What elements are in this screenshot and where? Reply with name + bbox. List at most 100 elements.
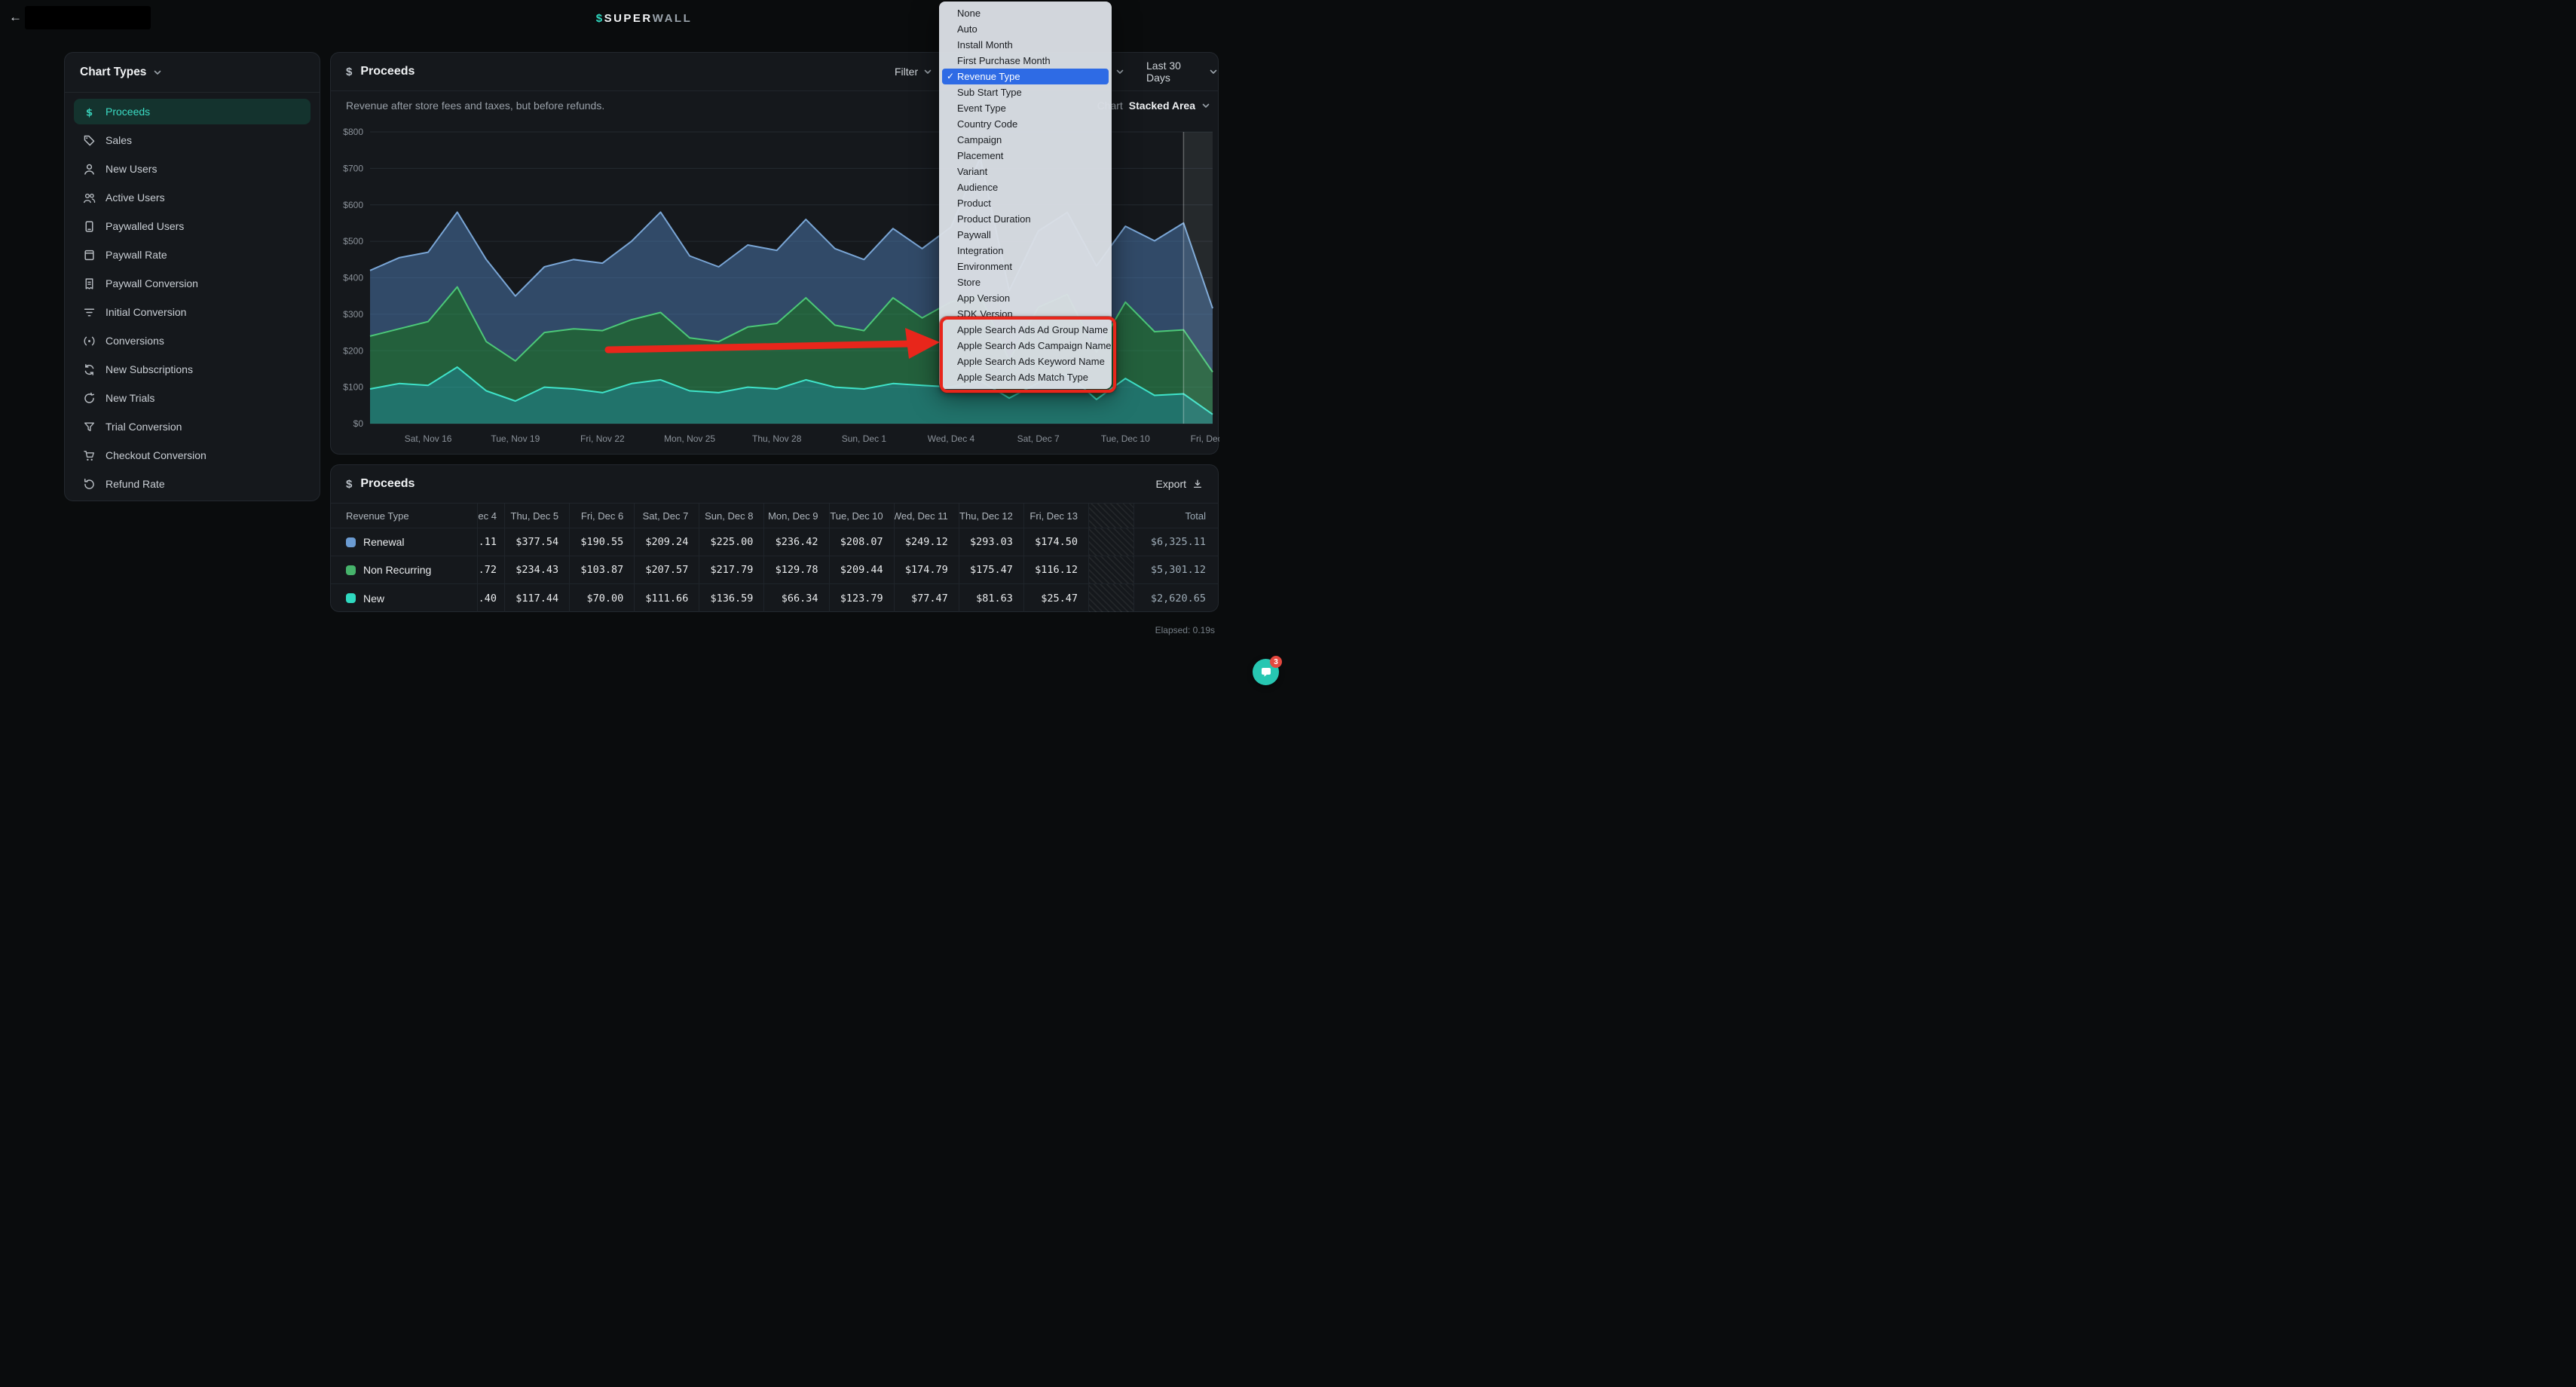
elapsed-time: Elapsed: 0.19s <box>1155 625 1215 635</box>
column-header-clipped: Dec 4 <box>477 504 504 528</box>
filter-button[interactable]: Filter <box>895 53 932 90</box>
dropdown-item-integration[interactable]: Integration <box>939 243 1112 259</box>
sidebar-item-label: Checkout Conversion <box>106 449 207 461</box>
filter-icon <box>83 306 96 319</box>
series-row-label: Non Recurring <box>331 556 477 584</box>
sidebar-item-sales[interactable]: Sales <box>74 127 311 153</box>
table-cell: $116.12 <box>1023 556 1088 584</box>
table-cell: $190.55 <box>569 528 634 556</box>
series-row-label: Renewal <box>331 528 477 556</box>
chart-types-list: $Proceeds Sales New Users Active Users Paywa… <box>65 93 320 506</box>
dropdown-item-product[interactable]: Product <box>939 195 1112 211</box>
sidebar-item-active-users[interactable]: Active Users <box>74 185 311 210</box>
svg-text:Mon, Nov 25: Mon, Nov 25 <box>664 433 715 444</box>
chart-panel-title: Proceeds <box>360 65 415 78</box>
chevron-down-icon <box>1115 67 1124 76</box>
dropdown-item-country-code[interactable]: Country Code <box>939 116 1112 132</box>
hatch-divider <box>1088 584 1134 612</box>
sidebar-item-paywalled-users[interactable]: Paywalled Users <box>74 213 311 239</box>
dropdown-item-apple-search-ads-match-type[interactable]: Apple Search Ads Match Type <box>939 369 1112 385</box>
dropdown-item-event-type[interactable]: Event Type <box>939 100 1112 116</box>
sidebar-item-paywall-rate[interactable]: Paywall Rate <box>74 242 311 268</box>
table-cell: $217.79 <box>699 556 763 584</box>
refresh-icon <box>83 363 96 376</box>
column-header: Sun, Dec 8 <box>699 504 763 528</box>
dropdown-item-audience[interactable]: Audience <box>939 179 1112 195</box>
sidebar-item-checkout-conversion[interactable]: Checkout Conversion <box>74 442 311 468</box>
dropdown-item-app-version[interactable]: App Version <box>939 290 1112 306</box>
dropdown-item-install-month[interactable]: Install Month <box>939 37 1112 53</box>
sidebar-item-new-subscriptions[interactable]: New Subscriptions <box>74 357 311 382</box>
dropdown-item-auto[interactable]: Auto <box>939 21 1112 37</box>
sidebar-item-trial-conversion[interactable]: Trial Conversion <box>74 414 311 439</box>
dropdown-item-apple-search-ads-ad-group-name[interactable]: Apple Search Ads Ad Group Name <box>939 322 1112 338</box>
chart-types-header[interactable]: Chart Types <box>65 53 320 93</box>
column-header: Thu, Dec 12 <box>959 504 1023 528</box>
dropdown-item-apple-search-ads-campaign-name[interactable]: Apple Search Ads Campaign Name <box>939 338 1112 354</box>
chart-types-sidebar: Chart Types $Proceeds Sales New Users Activ… <box>64 52 320 501</box>
series-swatch <box>346 565 356 575</box>
dropdown-item-campaign[interactable]: Campaign <box>939 132 1112 148</box>
dropdown-item-none[interactable]: None <box>939 5 1112 21</box>
dropdown-item-sub-start-type[interactable]: Sub Start Type <box>939 84 1112 100</box>
table-cell: $70.00 <box>569 584 634 612</box>
sidebar-item-conversions[interactable]: Conversions <box>74 328 311 354</box>
dropdown-item-first-purchase-month[interactable]: First Purchase Month <box>939 53 1112 69</box>
dropdown-item-product-duration[interactable]: Product Duration <box>939 211 1112 227</box>
sidebar-item-label: Sales <box>106 134 132 146</box>
user-icon <box>83 163 96 176</box>
sidebar-item-new-users[interactable]: New Users <box>74 156 311 182</box>
check-icon: ✓ <box>947 69 954 84</box>
proceeds-table: Revenue TypeDec 4Thu, Dec 5Fri, Dec 6Sat… <box>331 504 1218 612</box>
dropdown-item-revenue-type[interactable]: ✓Revenue Type <box>942 69 1109 84</box>
table-cell: $377.54 <box>504 528 569 556</box>
panel-icon <box>83 249 96 262</box>
sidebar-item-label: Paywall Conversion <box>106 277 198 289</box>
sidebar-item-refund-rate[interactable]: Refund Rate <box>74 471 311 497</box>
chart-type-value: Stacked Area <box>1129 100 1195 112</box>
svg-text:$300: $300 <box>343 309 363 320</box>
svg-text:$: $ <box>86 107 93 118</box>
svg-text:Wed, Dec 4: Wed, Dec 4 <box>928 433 975 444</box>
sidebar-item-label: New Subscriptions <box>106 363 193 375</box>
chat-launcher-button[interactable]: 3 <box>1253 659 1279 685</box>
table-cell: $209.44 <box>829 556 894 584</box>
chart-type-dropdown[interactable]: Chart Stacked Area <box>1097 91 1210 120</box>
table-cell-clipped: 0.40 <box>477 584 504 612</box>
dropdown-item-placement[interactable]: Placement <box>939 148 1112 164</box>
column-header: Thu, Dec 5 <box>504 504 569 528</box>
export-button[interactable]: Export <box>1156 465 1203 503</box>
dropdown-item-paywall[interactable]: Paywall <box>939 227 1112 243</box>
app: ← $SUPERWALL Chart Types $ProceedsSalesN… <box>0 0 1288 694</box>
dropdown-item-store[interactable]: Store <box>939 274 1112 290</box>
chat-icon <box>1259 666 1273 679</box>
table-cell: $209.24 <box>634 528 699 556</box>
dropdown-item-variant[interactable]: Variant <box>939 164 1112 179</box>
dropdown-item-apple-search-ads-keyword-name[interactable]: Apple Search Ads Keyword Name <box>939 354 1112 369</box>
date-range-dropdown[interactable]: Last 30 Days <box>1146 53 1218 90</box>
table-cell: $66.34 <box>763 584 828 612</box>
sidebar-item-label: Trial Conversion <box>106 421 182 433</box>
dollar-icon: $ <box>83 106 96 118</box>
series-swatch <box>346 593 356 603</box>
group-by-menu: NoneAutoInstall MonthFirst Purchase Mont… <box>939 2 1112 389</box>
sidebar-item-new-trials[interactable]: New Trials <box>74 385 311 411</box>
column-header-total: Total <box>1134 504 1218 528</box>
table-cell: $293.03 <box>959 528 1023 556</box>
back-button[interactable]: ← <box>9 10 22 25</box>
hatch-divider <box>1088 528 1134 556</box>
dropdown-item-environment[interactable]: Environment <box>939 259 1112 274</box>
sidebar-item-initial-conversion[interactable]: Initial Conversion <box>74 299 311 325</box>
sidebar-item-label: New Trials <box>106 392 154 404</box>
table-cell: $175.47 <box>959 556 1023 584</box>
column-header-revenue-type: Revenue Type <box>331 504 477 528</box>
chart-subtitle: Revenue after store fees and taxes, but … <box>346 100 604 112</box>
dollar-icon: $ <box>346 478 352 491</box>
dropdown-item-sdk-version[interactable]: SDK Version <box>939 306 1112 322</box>
table-cell-clipped: 3.72 <box>477 556 504 584</box>
svg-text:$600: $600 <box>343 200 363 210</box>
sidebar-item-paywall-conversion[interactable]: Paywall Conversion <box>74 271 311 296</box>
sidebar-item-proceeds[interactable]: $Proceeds <box>74 99 311 124</box>
group-by-dropdown[interactable] <box>1115 53 1124 90</box>
table-cell: $77.47 <box>894 584 959 612</box>
